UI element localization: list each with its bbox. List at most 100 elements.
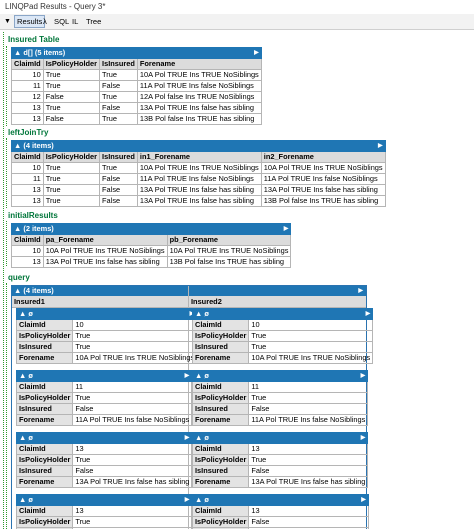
table-header-bar[interactable]: ▲ (4 items) ▶ [11, 140, 386, 152]
tab-sql[interactable]: SQL [54, 16, 69, 27]
object-type-label: ▲ ø [195, 371, 209, 380]
title-bar: LINQPad Results - Query 3* [0, 0, 474, 15]
field-label: IsPolicyHolder [191, 392, 250, 404]
object-field-row: IsInsuredTrue [15, 341, 198, 353]
table-cell: 10 [11, 69, 44, 81]
object-field-row: Forename 11A Pol TRUE Ins false NoSibling… [191, 414, 369, 426]
expand-arrow-icon[interactable]: ▶ [361, 433, 366, 443]
tab-il[interactable]: IL [72, 16, 78, 27]
column-header: in1_Forename [136, 151, 262, 163]
object-field-row: IsPolicyHolder True [15, 454, 193, 466]
table-row: 10 True True 10A Pol TRUE Ins TRUE NoSiblin… [11, 69, 262, 81]
expand-arrow-icon[interactable]: ▶ [361, 371, 366, 381]
field-label: IsPolicyHolder [15, 516, 74, 528]
table-cell: 13A Pol TRUE Ins false has sibling [136, 102, 262, 114]
object-field-row: Forename 13A Pol TRUE Ins false has sibli… [191, 476, 369, 488]
table-row: 13 13A Pol TRUE Ins false has sibling 13B … [11, 256, 292, 268]
field-label: IsInsured [15, 465, 74, 477]
table-cell: 12 [11, 91, 44, 103]
table-cell: True [42, 184, 101, 196]
table-cell: False [99, 102, 138, 114]
field-label: Forename [191, 352, 250, 364]
tab-tree[interactable]: Tree [86, 16, 101, 27]
object-field-row: Forename 11A Pol TRUE Ins false NoSibling… [15, 414, 193, 426]
field-label: Forename [15, 414, 74, 426]
tab-results[interactable]: Results [14, 15, 46, 28]
object-field-row: ClaimId 11 [191, 381, 369, 393]
section-title-initial-results: initialResults [8, 211, 58, 220]
object-header-bar[interactable]: ▲ ø▶ [191, 308, 374, 320]
table-header-bar[interactable]: ▲ d[] (5 items) ▶ [11, 47, 262, 59]
table-cell: True [99, 162, 138, 174]
table-cell: 11A Pol TRUE Ins false NoSiblings [260, 173, 386, 185]
table-cell: 11A Pol TRUE Ins false NoSiblings [136, 173, 262, 185]
object-header-bar[interactable]: ▲ ø▶ [192, 494, 369, 506]
field-label: ClaimId [191, 443, 250, 455]
table-cell: 13A Pol TRUE Ins false has sibling [136, 184, 262, 196]
table-cell: 10A Pol TRUE Ins TRUE NoSiblings [42, 245, 168, 257]
column-header: pa_Forename [42, 234, 168, 246]
window-title: LINQPad Results - Query 3* [5, 2, 106, 11]
table-cell: 13 [11, 102, 44, 114]
field-value: True [248, 330, 374, 342]
table-row: 13 False True 13B Pol false Ins TRUE has si… [11, 113, 262, 125]
field-label: ClaimId [191, 319, 250, 331]
results-panel: Insured Table ▲ d[] (5 items) ▶ ClaimId IsP… [0, 30, 474, 529]
field-label: IsPolicyHolder [191, 454, 250, 466]
expand-arrow-icon[interactable]: ▶ [284, 224, 289, 234]
section-title-left-join: leftJoinTry [8, 128, 49, 137]
field-label: IsPolicyHolder [15, 392, 74, 404]
table-row: 10 10A Pol TRUE Ins TRUE NoSiblings 10A Po… [11, 245, 292, 257]
expand-arrow-icon[interactable]: ▶ [185, 495, 190, 505]
field-value: True [248, 392, 369, 404]
expand-arrow-icon[interactable]: ▶ [361, 495, 366, 505]
field-value: 13A Pol TRUE Ins false has sibling [248, 476, 369, 488]
table-cell: 13 [11, 184, 44, 196]
object-header-bar[interactable]: ▲ ø▶ [15, 308, 198, 320]
object-type-label: ▲ ø [195, 433, 209, 442]
object-field-row: IsPolicyHolder False [191, 516, 369, 528]
object-header-bar[interactable]: ▲ ø▶ [15, 494, 193, 506]
table-cell: True [42, 173, 101, 185]
object-header-bar[interactable]: ▲ ø ▶ [15, 432, 193, 444]
object-header-bar[interactable]: ▲ ø ▶ [191, 432, 369, 444]
table-row: 11 True False 11A Pol TRUE Ins false NoSibl… [11, 173, 386, 185]
expand-arrow-icon[interactable]: ▶ [185, 433, 190, 443]
object-field-row: Forename 10A Pol TRUE Ins TRUE NoSiblings [191, 352, 374, 364]
object-field-row: ClaimId 13 [15, 505, 193, 517]
object-field-row: ClaimId 13 [191, 443, 369, 455]
table-row: 13 True False 13A Pol TRUE Ins false has si… [11, 184, 386, 196]
tab-lambda[interactable]: λ [43, 16, 47, 27]
object-field-row: IsPolicyHolder True [15, 516, 193, 528]
table-cell: 13A Pol TRUE Ins false has sibling [260, 184, 386, 196]
table-header-bar[interactable]: ▲ (4 items) ▶ [12, 286, 366, 296]
column-header: ClaimId [11, 58, 44, 70]
field-label: Forename [191, 414, 250, 426]
field-value: 13 [72, 443, 193, 455]
dropdown-arrow-icon[interactable]: ▼ [4, 16, 11, 27]
table-cell: 10A Pol TRUE Ins TRUE NoSiblings [260, 162, 386, 174]
field-value: 13 [248, 505, 369, 517]
table-cell: True [42, 69, 101, 81]
column-header: Forename [136, 58, 262, 70]
expand-arrow-icon[interactable]: ▶ [366, 309, 371, 319]
expand-arrow-icon[interactable]: ▶ [185, 371, 190, 381]
expand-arrow-icon[interactable]: ▶ [378, 141, 383, 151]
object-field-row: ClaimId 10 [15, 319, 198, 331]
object-field-row: IsInsuredTrue [191, 341, 374, 353]
table-header-bar[interactable]: ▲ (2 items) ▶ [10, 223, 292, 235]
column-header: in2_Forename [260, 151, 386, 163]
table-row: 13 True False 13A Pol TRUE Ins false has si… [11, 102, 262, 114]
field-label: IsInsured [15, 341, 74, 353]
object-field-row: ClaimId 10 [191, 319, 374, 331]
object-header-bar[interactable]: ▲ ø ▶ [191, 370, 369, 382]
table-cell: 12A Pol false Ins TRUE NoSiblings [136, 91, 262, 103]
table-cell: 13B Pol false Ins TRUE has sibling [260, 195, 386, 207]
object-header-bar[interactable]: ▲ ø▶ [15, 370, 193, 382]
field-value: 10A Pol TRUE Ins TRUE NoSiblings [248, 352, 374, 364]
object-type-label: ▲ ø [19, 433, 33, 442]
table-cell: True [99, 113, 138, 125]
item-count-label: ▲ (4 items) [14, 141, 54, 150]
expand-arrow-icon[interactable]: ▶ [254, 48, 259, 58]
expand-arrow-icon[interactable]: ▶ [358, 286, 363, 296]
